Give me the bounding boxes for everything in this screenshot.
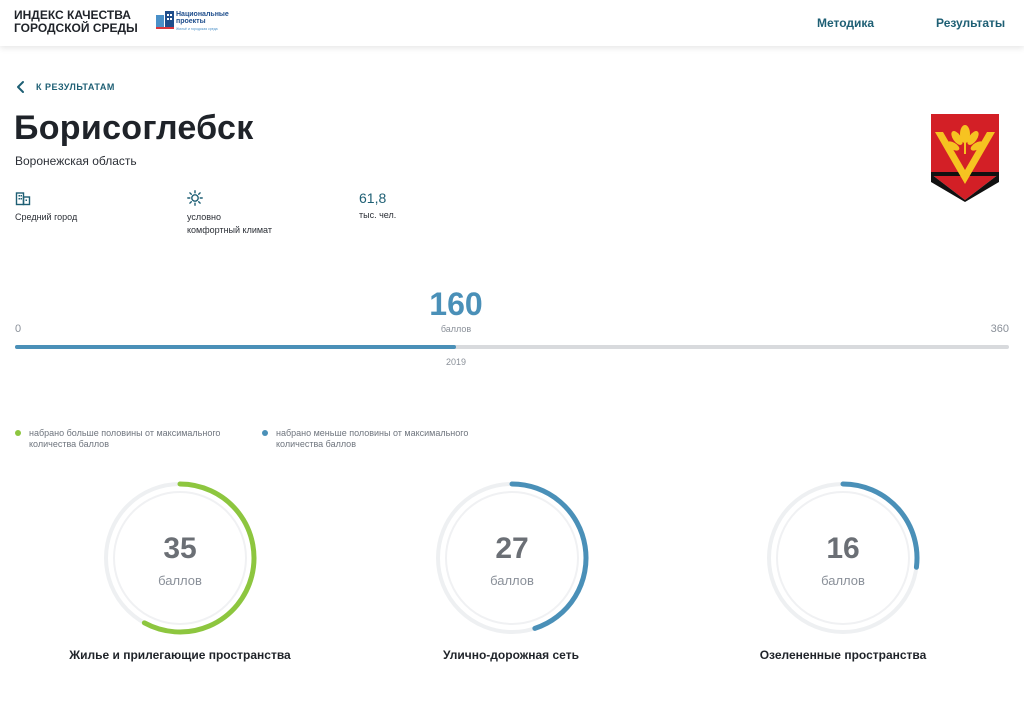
total-score-unit: баллов [440,324,472,334]
gauge-value: 27 [495,532,529,565]
brand-logo-text[interactable]: ИНДЕКС КАЧЕСТВА ГОРОДСКОЙ СРЕДЫ [14,9,138,35]
gauge-unit: баллов [158,573,202,588]
gauge-housing[interactable]: 35 баллов [100,478,260,638]
gauge-value: 35 [163,532,197,565]
legend-item-above-half: набрано больше половины от максимального… [15,428,229,450]
top-header: ИНДЕКС КАЧЕСТВА ГОРОДСКОЙ СРЕДЫ Национал… [0,0,1024,46]
total-score-value: 160 [429,286,483,322]
national-projects-logo[interactable]: Национальные проекты Жильё и городская с… [156,11,236,35]
national-projects-title: Национальные проекты [176,11,229,25]
gauge-label-roads[interactable]: Улично-дорожная сеть [443,648,579,662]
national-projects-subtitle: Жильё и городская среда [176,27,218,31]
legend-text: набрано меньше половины от максимального… [276,428,469,449]
sun-icon [187,190,203,206]
scale-max-label: 360 [990,323,1009,335]
nav-methodology-link[interactable]: Методика [817,16,874,30]
coat-of-arms-icon [931,114,999,202]
score-year-label[interactable]: 2019 [446,357,466,367]
gauge-label-green-spaces[interactable]: Озелененные пространства [760,648,927,662]
legend-dot-blue [262,430,268,436]
gauge-unit: баллов [490,573,534,588]
legend-text: набрано больше половины от максимального… [29,428,221,449]
gauge-value: 16 [826,532,860,565]
chevron-left-icon [17,81,24,93]
population-unit: тыс. чел. [359,210,397,220]
gauge-green-spaces[interactable]: 16 баллов [763,478,923,638]
score-progress-track [15,345,1009,349]
city-size-text: Средний город [15,212,78,222]
scale-min-label: 0 [15,323,22,335]
nav-results-link[interactable]: Результаты [936,16,1005,30]
gauge-label-housing[interactable]: Жилье и прилегающие пространства [69,648,290,662]
back-link-label: К РЕЗУЛЬТАТАМ [36,82,115,92]
building-icon [15,192,31,206]
population-value: 61,8 [359,190,387,206]
gauge-roads[interactable]: 27 баллов [432,478,592,638]
city-title: Борисоглебск [14,109,254,147]
gauge-unit: баллов [821,573,865,588]
legend-dot-green [15,430,21,436]
score-progress-fill [15,345,457,349]
legend-item-below-half: набрано меньше половины от максимального… [262,428,476,450]
back-to-results-link[interactable]: К РЕЗУЛЬТАТАМ [14,80,115,94]
region-name: Воронежская область [15,154,137,168]
national-projects-icon [156,11,174,29]
climate-text: условно комфортный климат [187,212,272,235]
